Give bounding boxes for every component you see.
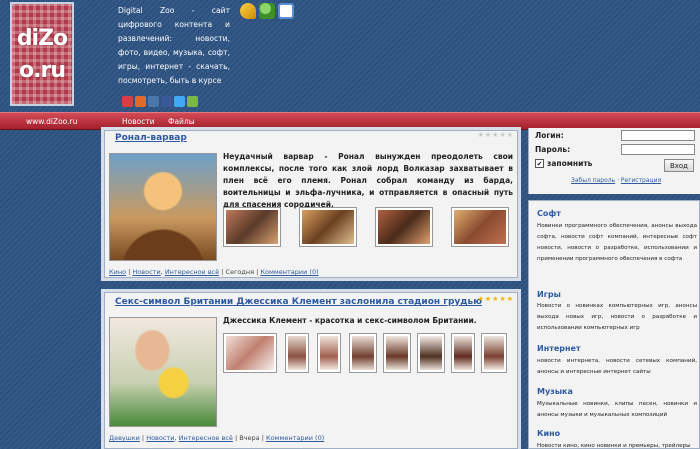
rss-icon[interactable] [278,3,294,19]
facebook-icon[interactable] [161,96,172,107]
category-desc-music: Музыкальные новинки, клипы песен, новинк… [537,401,697,418]
category-desc-internet: новости интернета, новости сетевых компа… [537,358,697,375]
post-title[interactable]: Ронал-варвар [115,133,187,143]
thumbnail[interactable] [417,333,445,373]
logo-text-top: diZo [16,26,68,51]
user-add-icon[interactable] [259,3,275,19]
category-desc-cinema: Новости кино, кино новинки и премьеры, т… [537,443,691,449]
login-label: Логин: [535,131,564,140]
thumbnail[interactable] [317,333,341,373]
thumbnail[interactable] [481,333,507,373]
social-icon-2[interactable] [135,96,146,107]
social-links [122,96,198,107]
thumbnail[interactable] [223,333,277,373]
star-icon[interactable]: ★ [492,295,498,303]
post-poster-image[interactable] [109,153,217,261]
thumbnail[interactable] [383,333,411,373]
category-title-cinema[interactable]: Кино [537,429,560,438]
nav-site-link[interactable]: www.diZoo.ru [26,117,77,126]
star-icon[interactable]: ★ [507,295,513,303]
categories-panel: Софт Новинки программного обеспечения, а… [528,200,700,449]
star-icon[interactable]: ★ [492,131,498,139]
forgot-password-link[interactable]: Забыл пароль [571,177,615,184]
social-icon-1[interactable] [122,96,133,107]
thumbnail[interactable] [349,333,377,373]
comments-link[interactable]: Комментарии (0) [260,268,318,276]
password-input[interactable] [621,144,695,155]
rating-stars[interactable]: ★ ★ ★ ★ ★ [478,295,513,303]
category-link[interactable]: Интересное всё [165,268,219,276]
register-link[interactable]: Регистрация [621,177,661,184]
star-icon[interactable]: ★ [499,295,505,303]
post-text: Неудачный варвар - Ронал вынужден преодо… [223,152,513,209]
nav-item-files[interactable]: Файлы [168,117,195,126]
post-title[interactable]: Секс-символ Британии Джессика Клемент за… [115,297,482,307]
star-icon[interactable]: ★ [507,131,513,139]
category-title-soft[interactable]: Софт [537,209,561,218]
post-date: Вчера [239,434,260,442]
post-card: Ронал-варвар ★ ★ ★ ★ ★ Неудачный варвар … [101,127,521,281]
category-title-internet[interactable]: Интернет [537,344,581,353]
rating-stars[interactable]: ★ ★ ★ ★ ★ [478,131,513,139]
category-link[interactable]: Интересное всё [179,434,233,442]
login-button[interactable]: Вход [664,159,694,172]
star-icon[interactable]: ★ [499,131,505,139]
star-icon[interactable]: ★ [485,131,491,139]
top-icons [240,3,294,19]
star-icon[interactable]: ★ [478,131,484,139]
post-text: Джессика Клемент - красотка и секс-симво… [223,316,477,325]
password-label: Пароль: [535,145,571,154]
login-input[interactable] [621,130,695,141]
post-footer: Девушки | Новости, Интересное всё | Вчер… [109,434,325,442]
nav-item-news[interactable]: Новости [122,117,155,126]
vkontakte-icon[interactable] [148,96,159,107]
star-icon[interactable]: ★ [485,295,491,303]
thumbnail[interactable] [285,333,309,373]
thumbnail[interactable] [451,207,509,247]
category-desc-games: Новости о новинках компьютерных игр, ано… [537,303,697,331]
star-icon[interactable]: ★ [478,295,484,303]
logo-text-bottom: o.ru [19,58,66,83]
category-link[interactable]: Новости [132,268,160,276]
remember-checkbox[interactable]: ✔ [535,159,544,168]
thumbnail[interactable] [299,207,357,247]
login-links: Забыл пароль · Регистрация [571,177,661,184]
site-logo[interactable]: diZo o.ru [10,2,74,106]
post-footer: Кино | Новости, Интересное всё | Сегодня… [109,268,319,276]
thumbnail[interactable] [451,333,475,373]
key-icon[interactable] [240,3,256,19]
thumbnail[interactable] [223,207,281,247]
category-title-games[interactable]: Игры [537,290,561,299]
comments-link[interactable]: Комментарии (0) [266,434,324,442]
category-title-music[interactable]: Музыка [537,387,573,396]
post-poster-image[interactable] [109,317,217,427]
post-date: Сегодня [225,268,255,276]
category-link[interactable]: Кино [109,268,126,276]
thumbnail[interactable] [375,207,433,247]
site-description: Digital Zoo - сайт цифрового контента и … [118,6,230,85]
twitter-icon[interactable] [174,96,185,107]
category-link[interactable]: Новости [146,434,174,442]
post-card: Секс-символ Британии Джессика Клемент за… [101,289,521,449]
category-desc-soft: Новинки программного обеспечения, анонсы… [537,223,697,262]
category-link[interactable]: Девушки [109,434,140,442]
friends-icon[interactable] [187,96,198,107]
remember-label: запомнить [547,159,593,168]
